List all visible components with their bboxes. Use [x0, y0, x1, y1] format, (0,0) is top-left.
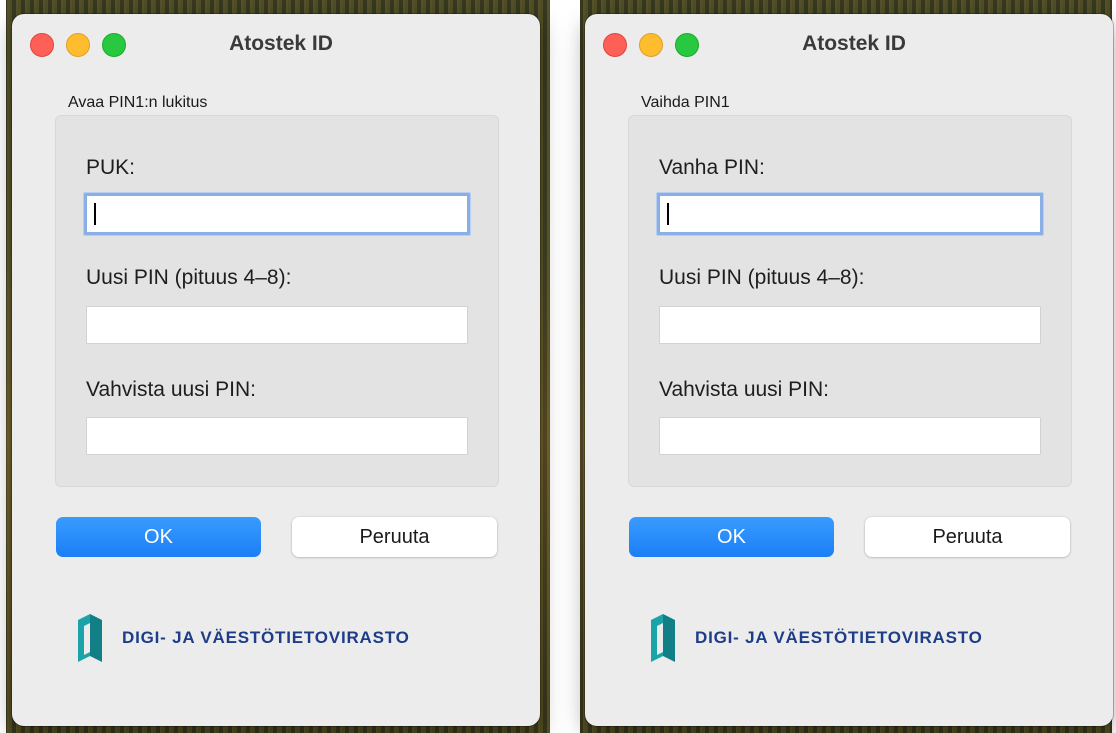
confirm-pin-input[interactable] [86, 417, 468, 455]
cancel-button[interactable]: Peruuta [292, 517, 497, 557]
title-bar[interactable]: Atostek ID [12, 14, 540, 76]
change-pin1-dialog: Atostek ID Vaihda PIN1 Vanha PIN: Uusi P… [585, 14, 1113, 726]
title-bar[interactable]: Atostek ID [585, 14, 1113, 76]
group-title: Vaihda PIN1 [641, 94, 730, 111]
old-pin-label: Vanha PIN: [659, 156, 765, 179]
pin-form-group: Vanha PIN: Uusi PIN (pituus 4–8): Vahvis… [628, 115, 1072, 487]
dvv-logo-text: DIGI- JA VÄESTÖTIETOVIRASTO [122, 628, 410, 647]
dvv-logo-text: DIGI- JA VÄESTÖTIETOVIRASTO [695, 628, 983, 647]
ok-button[interactable]: OK [56, 517, 261, 557]
dvv-logo: DIGI- JA VÄESTÖTIETOVIRASTO [76, 612, 410, 664]
text-caret [94, 203, 96, 225]
new-pin-label: Uusi PIN (pituus 4–8): [659, 266, 865, 289]
group-title: Avaa PIN1:n lukitus [68, 94, 208, 111]
confirm-pin-label: Vahvista uusi PIN: [659, 378, 830, 401]
confirm-pin-input[interactable] [659, 417, 1041, 455]
confirm-pin-label: Vahvista uusi PIN: [86, 378, 257, 401]
text-caret [667, 203, 669, 225]
dvv-logo: DIGI- JA VÄESTÖTIETOVIRASTO [649, 612, 983, 664]
puk-input[interactable] [84, 193, 470, 235]
window-title: Atostek ID [802, 32, 906, 55]
new-pin-input[interactable] [659, 306, 1041, 344]
dvv-logo-icon [78, 614, 102, 662]
old-pin-input[interactable] [657, 193, 1043, 235]
unlock-pin1-dialog: Atostek ID Avaa PIN1:n lukitus PUK: Uusi… [12, 14, 540, 726]
dvv-logo-icon [651, 614, 675, 662]
cancel-button[interactable]: Peruuta [865, 517, 1070, 557]
ok-button[interactable]: OK [629, 517, 834, 557]
new-pin-input[interactable] [86, 306, 468, 344]
pin-form-group: PUK: Uusi PIN (pituus 4–8): Vahvista uus… [55, 115, 499, 487]
window-title: Atostek ID [229, 32, 333, 55]
new-pin-label: Uusi PIN (pituus 4–8): [86, 266, 292, 289]
puk-label: PUK: [86, 156, 136, 179]
